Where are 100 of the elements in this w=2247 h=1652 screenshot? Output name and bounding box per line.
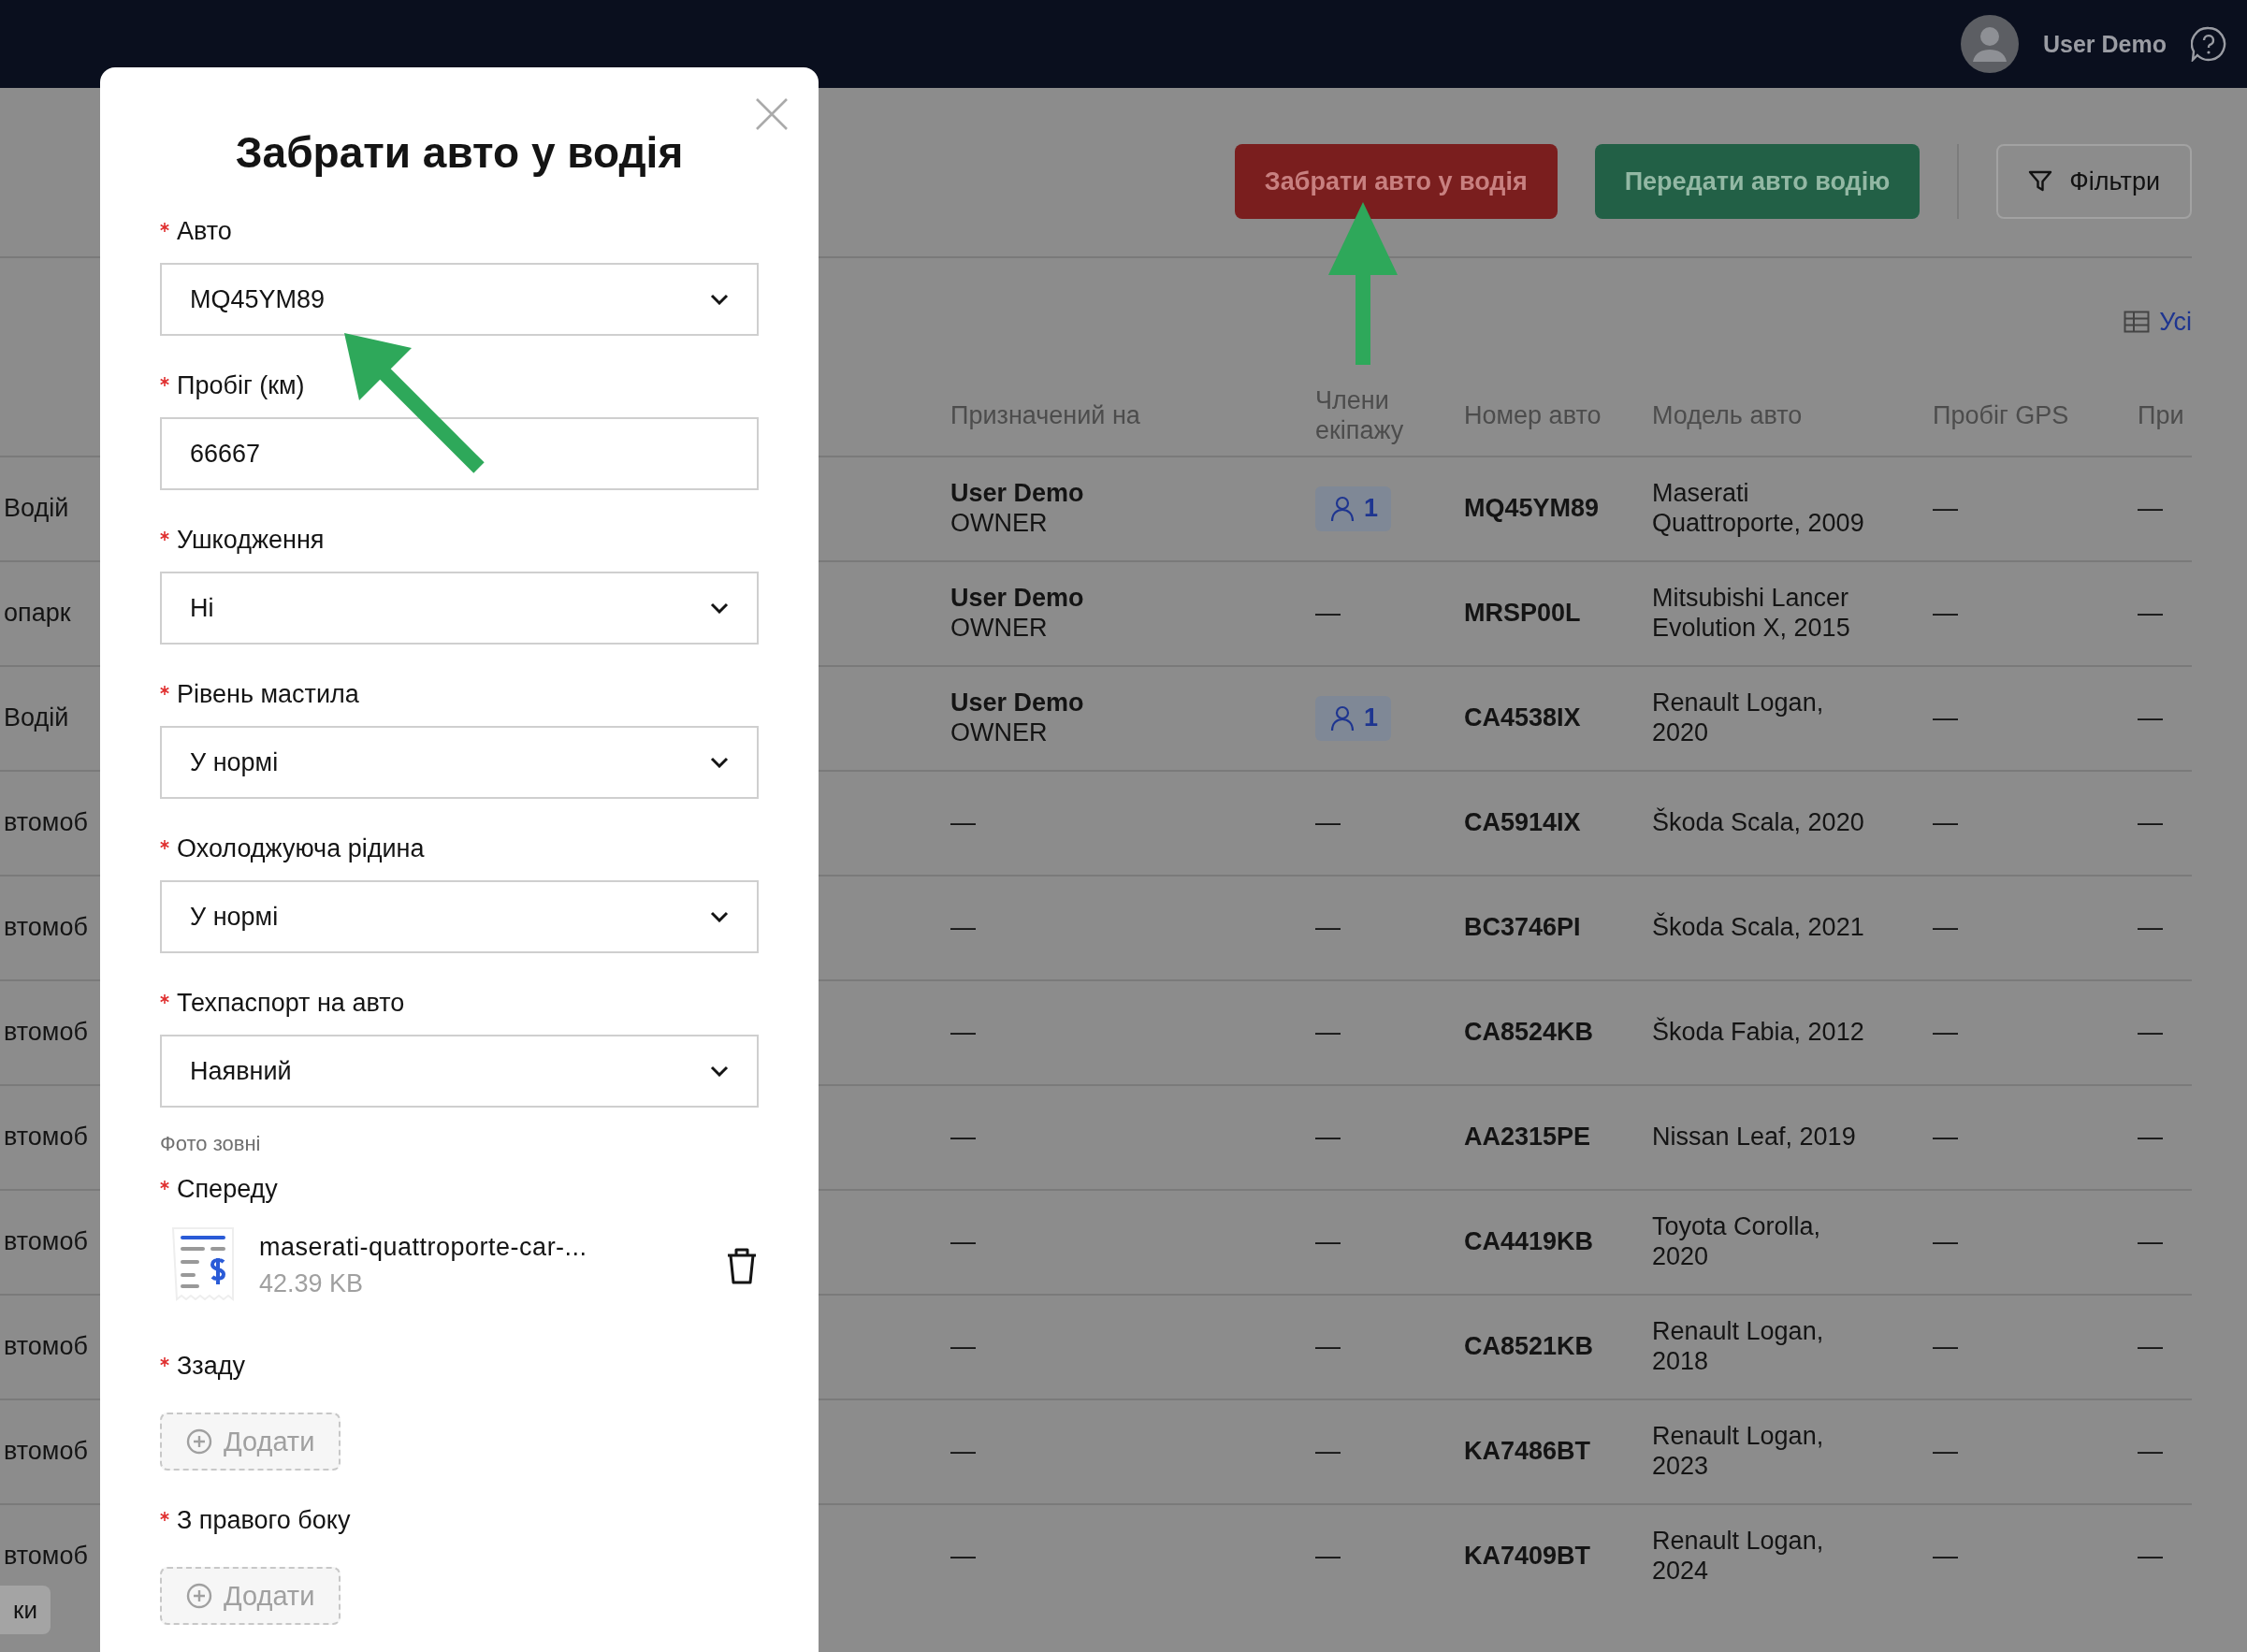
table-cell-text: Renault Logan, 2018 [1652, 1317, 1825, 1377]
table-cell-text: — [1315, 1123, 1341, 1152]
table-cell-text: Водій [3, 494, 70, 524]
input-field[interactable]: 66667 [160, 417, 759, 490]
assignee-name: User Demo [950, 584, 1085, 614]
table-cell-text: — [950, 808, 977, 838]
user-name: User Demo [2043, 30, 2167, 58]
column-header: Члени екіпажу [1315, 386, 1405, 445]
field-label: Авто [177, 217, 232, 246]
crew-count: 1 [1364, 494, 1379, 524]
table-cell-text: — [950, 1018, 977, 1048]
table-cell-text: — [2138, 913, 2164, 943]
table-cell-text: — [2138, 599, 2164, 629]
table-cell-text: — [2138, 1332, 2164, 1362]
table-cell-text: втомоб [3, 913, 89, 943]
delete-button[interactable] [725, 1247, 759, 1284]
table-cell-text: — [1315, 1018, 1341, 1048]
table-cell-text: — [1315, 1227, 1341, 1257]
table-cell-text: Škoda Scala, 2020 [1652, 808, 1865, 838]
table-cell-text: Maserati Quattroporte, 2009 [1652, 479, 1865, 539]
table-cell-text: — [1933, 1437, 1959, 1467]
table-cell-text: — [1315, 1332, 1341, 1362]
role-text: OWNER [950, 614, 1049, 644]
table-cell-text: Toyota Corolla, 2020 [1652, 1212, 1822, 1272]
chevron-icon [710, 602, 729, 614]
table-cell-text: — [950, 913, 977, 943]
crew-count: 1 [1364, 703, 1379, 733]
table-cell-text: — [950, 1332, 977, 1362]
table-cell-text: — [1933, 1227, 1959, 1257]
column-header: Призначений на [950, 400, 1140, 430]
table-cell-text: Škoda Fabia, 2012 [1652, 1018, 1865, 1048]
table-cell-text: — [1315, 1542, 1341, 1572]
table-cell-text: опарк [3, 599, 72, 629]
chevron-icon [710, 911, 729, 922]
person-icon [1328, 495, 1356, 523]
table-cell-text: Mitsubishi Lancer Evolution X, 2015 [1652, 584, 1851, 644]
table-cell-text: — [1315, 599, 1341, 629]
table-cell-text: — [2138, 703, 2164, 733]
table-cell-text: Водій [3, 703, 70, 733]
table-cell-text: — [950, 1123, 977, 1152]
section-label: Фото зовні [160, 1132, 262, 1156]
filter-button[interactable]: Фільтри [1996, 144, 2192, 219]
user-avatar-icon[interactable] [1961, 15, 2019, 73]
table-cell-text: втомоб [3, 1332, 89, 1362]
table-cell-text: — [1933, 808, 1959, 838]
assignee-name: User Demo [950, 479, 1085, 509]
table-cell-text: — [1933, 599, 1959, 629]
table-cell-text: — [2138, 1227, 2164, 1257]
help-icon[interactable] [2191, 26, 2226, 62]
filter-icon [2028, 169, 2053, 194]
table-cell-text: Škoda Scala, 2021 [1652, 913, 1865, 943]
select-field[interactable]: Наявний [160, 1035, 759, 1108]
column-header: Модель авто [1652, 400, 1803, 430]
field-label: Пробіг (км) [177, 371, 305, 400]
table-cell-text: — [1933, 703, 1959, 733]
column-header: Номер авто [1464, 400, 1602, 430]
plus-icon [186, 1428, 212, 1455]
plate-number: KA7409BT [1464, 1542, 1592, 1572]
role-text: OWNER [950, 509, 1049, 539]
assignee-name: User Demo [950, 688, 1085, 718]
field-label: Ззаду [177, 1352, 245, 1381]
field-label: Рівень мастила [177, 680, 359, 709]
table-cell-text: — [1315, 1437, 1341, 1467]
table-cell-text: — [950, 1542, 977, 1572]
field-label: З правого боку [177, 1506, 351, 1535]
table-cell-text: Renault Logan, 2020 [1652, 688, 1825, 748]
chevron-icon [710, 1065, 729, 1077]
plate-number: BC3746PI [1464, 913, 1582, 943]
table-cell-text: — [2138, 808, 2164, 838]
plate-number: KA7486BT [1464, 1437, 1592, 1467]
table-cell-text: — [950, 1227, 977, 1257]
table-cell-text: — [1933, 1542, 1959, 1572]
field-label: Техпаспорт на авто [177, 989, 405, 1018]
table-cell-text: — [1315, 808, 1341, 838]
chevron-icon [710, 757, 729, 768]
table-cell-text: втомоб [3, 1018, 89, 1048]
table-cell-text: втомоб [3, 1123, 89, 1152]
select-field[interactable]: У нормі [160, 726, 759, 799]
plate-number: MRSP00L [1464, 599, 1582, 629]
plate-number: AA2315PE [1464, 1123, 1592, 1152]
table-cell-text: Renault Logan, 2024 [1652, 1527, 1825, 1587]
select-field[interactable]: Ні [160, 572, 759, 645]
side-button[interactable]: ки [0, 1586, 51, 1634]
field-label: Ушкодження [177, 526, 325, 555]
table-cell-text: — [2138, 1542, 2164, 1572]
plate-number: MQ45YM89 [1464, 494, 1601, 524]
table-cell-text: Renault Logan, 2023 [1652, 1422, 1825, 1482]
table-cell-text: втомоб [3, 1227, 89, 1257]
table-cell-text: Nissan Leaf, 2019 [1652, 1123, 1857, 1152]
plate-number: CA8521KB [1464, 1332, 1595, 1362]
table-cell-text: — [2138, 494, 2164, 524]
table-cell-text: втомоб [3, 1542, 89, 1572]
select-field[interactable]: MQ45YM89 [160, 263, 759, 336]
table-cell-text: — [1933, 1123, 1959, 1152]
table-cell-text: — [2138, 1437, 2164, 1467]
table-cell-text: втомоб [3, 1437, 89, 1467]
select-field[interactable]: У нормі [160, 880, 759, 953]
table-icon [2124, 311, 2151, 333]
plate-number: CA4419KB [1464, 1227, 1595, 1257]
table-cell-text: — [2138, 1018, 2164, 1048]
